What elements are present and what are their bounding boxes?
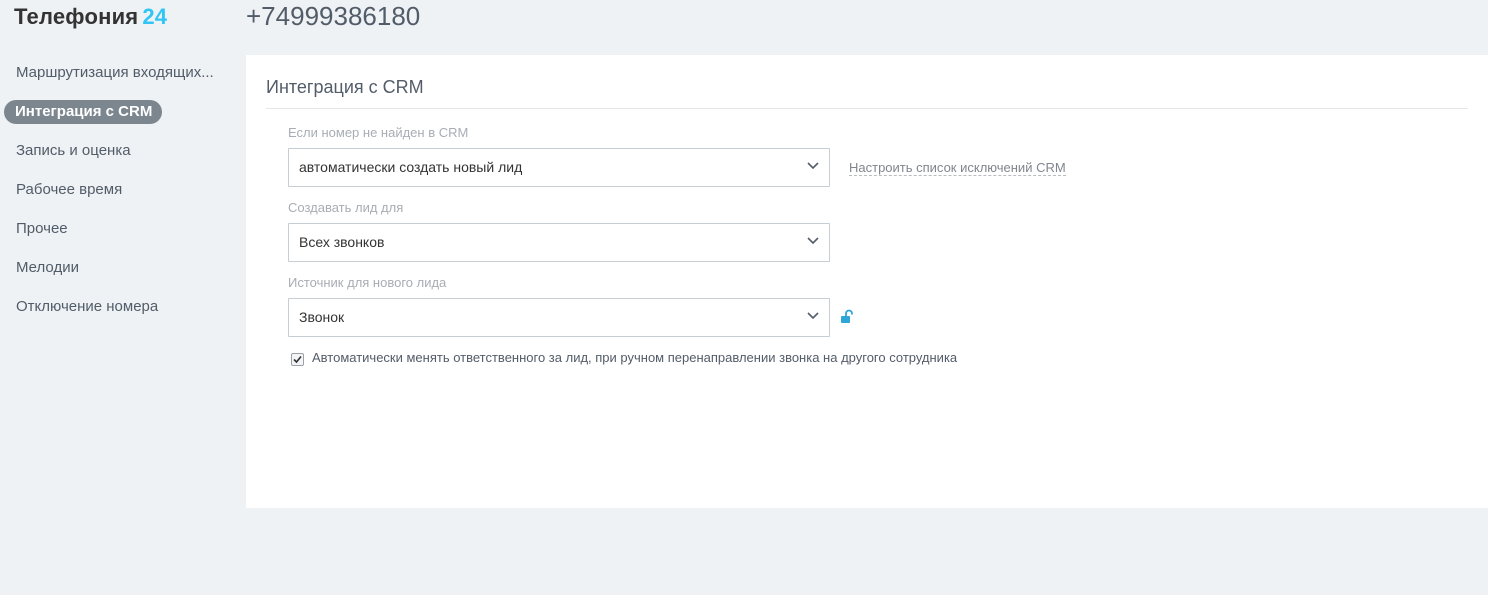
checkmark-icon (293, 355, 302, 364)
chevron-down-icon (807, 312, 819, 320)
sidebar-item-recording[interactable]: Запись и оценка (16, 142, 131, 159)
auto-change-responsible-checkbox[interactable] (291, 353, 304, 366)
create-lead-for-select[interactable]: Всех звонков (288, 223, 830, 262)
phone-number-title: +74999386180 (246, 1, 421, 31)
not-found-action-select[interactable]: автоматически создать новый лид (288, 148, 830, 187)
create-lead-for-label: Создавать лид для (288, 200, 404, 215)
sidebar-item-other[interactable]: Прочее (16, 220, 68, 237)
auto-change-responsible-label[interactable]: Автоматически менять ответственного за л… (312, 350, 957, 365)
lead-source-label: Источник для нового лида (288, 275, 447, 290)
crm-exceptions-link[interactable]: Настроить список исключений CRM (849, 160, 1066, 176)
unlock-icon[interactable] (840, 309, 854, 325)
sidebar-item-routing[interactable]: Маршрутизация входящих... (16, 64, 214, 81)
brand-name: Телефония (14, 4, 139, 29)
not-found-action-value: автоматически создать новый лид (299, 159, 523, 175)
chevron-down-icon (807, 237, 819, 245)
lead-source-value: Звонок (299, 309, 345, 325)
create-lead-for-value: Всех звонков (299, 234, 385, 250)
lead-source-select[interactable]: Звонок (288, 298, 830, 337)
not-found-label: Если номер не найден в CRM (288, 125, 469, 140)
title-divider (266, 108, 1468, 109)
sidebar-item-crm-integration[interactable]: Интеграция с CRM (4, 100, 163, 124)
sidebar-item-melodies[interactable]: Мелодии (16, 259, 79, 276)
chevron-down-icon (807, 162, 819, 170)
app-title: Телефония 24 (14, 4, 167, 30)
crm-settings-panel: Интеграция с CRM Если номер не найден в … (246, 55, 1488, 508)
panel-title: Интеграция с CRM (266, 77, 424, 97)
brand-number: 24 (142, 4, 168, 29)
sidebar-item-disconnect-number[interactable]: Отключение номера (16, 298, 158, 315)
sidebar-item-working-hours[interactable]: Рабочее время (16, 181, 122, 198)
